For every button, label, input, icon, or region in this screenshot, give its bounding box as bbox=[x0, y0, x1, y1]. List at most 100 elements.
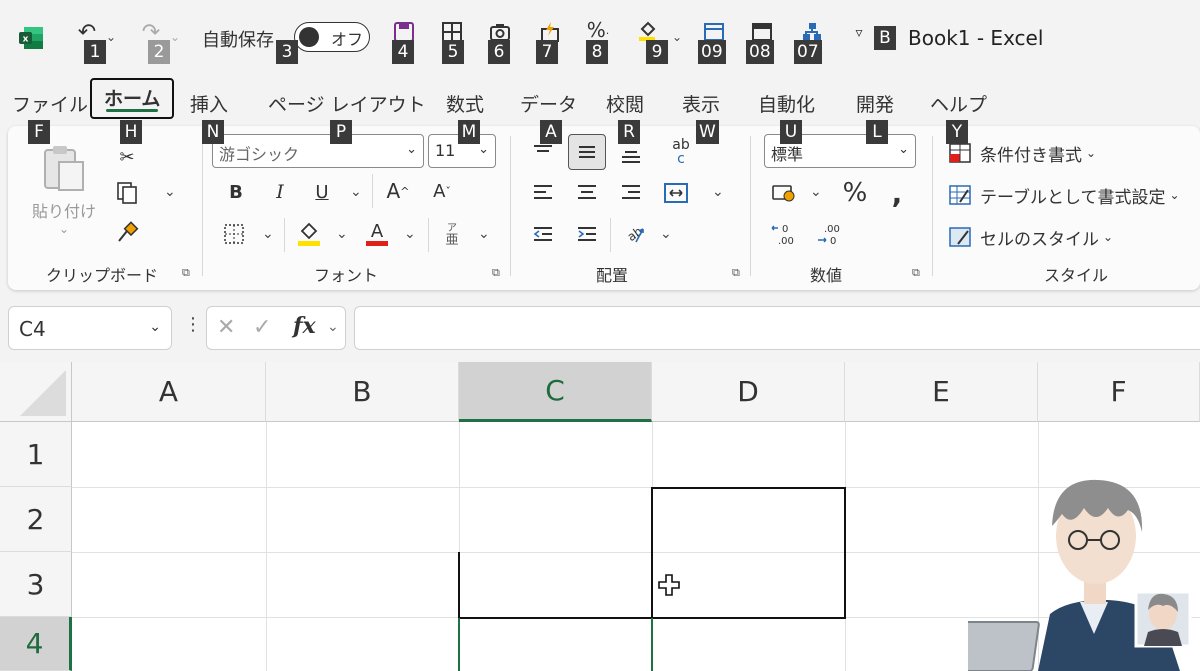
name-box[interactable]: C4 ⌄ bbox=[8, 306, 172, 350]
tab-review[interactable]: 校閲 bbox=[606, 90, 644, 117]
underline-button[interactable]: U bbox=[308, 178, 336, 206]
tab-insert[interactable]: 挿入 bbox=[190, 90, 228, 117]
column-header-b[interactable]: B bbox=[266, 362, 459, 422]
align-middle-icon[interactable] bbox=[568, 134, 606, 170]
cancel-icon[interactable]: ✕ bbox=[217, 315, 235, 340]
font-color-dropdown-icon[interactable]: ⌄ bbox=[404, 226, 416, 242]
borders-dropdown-icon[interactable]: ⌄ bbox=[262, 226, 274, 242]
tab-data[interactable]: データ bbox=[520, 90, 577, 117]
borders-button-icon[interactable] bbox=[220, 220, 248, 248]
row-header-3[interactable]: 3 bbox=[0, 552, 72, 617]
fill-color-button-dropdown-icon[interactable]: ⌄ bbox=[336, 226, 348, 242]
tab-automate-label: 自動化 bbox=[758, 94, 816, 116]
svg-text:0: 0 bbox=[782, 224, 788, 235]
increase-font-icon[interactable]: A ^ bbox=[382, 176, 414, 206]
paste-button[interactable]: 貼り付け ⌄ bbox=[28, 140, 100, 240]
keytip-3: 3 bbox=[276, 40, 298, 64]
percent-format-icon[interactable]: % bbox=[838, 176, 872, 210]
comma-format-icon[interactable]: , bbox=[884, 176, 910, 210]
font-size-dropdown-icon: ⌄ bbox=[478, 142, 489, 157]
formula-controls: ✕ ✓ fx ⌄ bbox=[206, 306, 346, 350]
row-header-1[interactable]: 1 bbox=[0, 422, 72, 487]
format-as-table-button[interactable]: テーブルとして書式設定 ⌄ bbox=[948, 178, 1180, 212]
increase-decimal-icon[interactable]: 0.00 bbox=[768, 220, 800, 250]
undo-dropdown-icon[interactable]: ⌄ bbox=[106, 30, 116, 44]
column-header-f[interactable]: F bbox=[1038, 362, 1200, 422]
keytip-6: 6 bbox=[488, 40, 510, 64]
tab-automate[interactable]: 自動化 bbox=[758, 90, 815, 117]
formula-bar: C4 ⌄ ⋮ ✕ ✓ fx ⌄ bbox=[0, 300, 1200, 356]
font-color-icon[interactable]: A bbox=[362, 218, 392, 248]
column-header-a[interactable]: A bbox=[72, 362, 266, 422]
tab-developer[interactable]: 開発 bbox=[856, 90, 894, 117]
tab-file[interactable]: ファイル bbox=[12, 90, 88, 117]
cut-icon[interactable]: ✂ bbox=[114, 144, 140, 170]
column-header-e[interactable]: E bbox=[845, 362, 1038, 422]
italic-button[interactable]: I bbox=[266, 178, 294, 206]
cell-styles-icon bbox=[949, 227, 971, 247]
row-header-2[interactable]: 2 bbox=[0, 487, 72, 552]
decrease-font-icon[interactable]: Aˇ bbox=[426, 176, 458, 206]
format-as-table-icon bbox=[949, 185, 971, 205]
bordered-range-d2-d3[interactable] bbox=[651, 487, 846, 619]
underline-dropdown-icon[interactable]: ⌄ bbox=[350, 184, 362, 200]
font-name-box[interactable]: 游ゴシック ⌄ bbox=[212, 134, 424, 168]
customize-toolbar-icon[interactable]: ▿ bbox=[850, 22, 868, 44]
decrease-indent-icon[interactable] bbox=[528, 220, 558, 250]
phonetic-dropdown-icon[interactable]: ⌄ bbox=[478, 226, 490, 242]
redo-dropdown-icon[interactable]: ⌄ bbox=[170, 30, 180, 44]
alignment-launcher-icon[interactable]: ⧉ bbox=[732, 266, 740, 280]
keytip-8: 8 bbox=[586, 40, 608, 64]
currency-format-icon[interactable] bbox=[768, 178, 800, 208]
tab-view[interactable]: 表示 bbox=[682, 90, 720, 117]
formula-input[interactable] bbox=[354, 306, 1200, 350]
merge-dropdown-icon[interactable]: ⌄ bbox=[712, 184, 724, 200]
bold-button[interactable]: B bbox=[222, 178, 250, 206]
conditional-format-button[interactable]: 条件付き書式 ⌄ bbox=[948, 136, 1096, 170]
column-header-c[interactable]: C bbox=[459, 362, 652, 422]
tab-home[interactable]: ホーム bbox=[90, 78, 175, 119]
tab-formulas-label: 数式 bbox=[446, 94, 485, 116]
bordered-cell-c3[interactable] bbox=[458, 552, 653, 619]
orientation-dropdown-icon[interactable]: ⌄ bbox=[660, 226, 672, 242]
merge-center-icon[interactable] bbox=[660, 178, 692, 208]
formula-bar-more-icon[interactable]: ⋮ bbox=[184, 314, 202, 335]
format-painter-icon[interactable] bbox=[112, 218, 142, 248]
align-center-icon[interactable] bbox=[572, 178, 602, 208]
clipboard-launcher-icon[interactable]: ⧉ bbox=[182, 266, 190, 280]
select-all-button[interactable] bbox=[0, 362, 72, 422]
orientation-icon[interactable]: ab bbox=[618, 220, 650, 250]
currency-dropdown-icon[interactable]: ⌄ bbox=[810, 184, 822, 200]
keytip-m: M bbox=[458, 120, 480, 144]
align-left-icon[interactable] bbox=[528, 178, 558, 208]
align-right-icon[interactable] bbox=[616, 178, 646, 208]
enter-icon[interactable]: ✓ bbox=[253, 315, 271, 340]
fill-color-button-icon[interactable] bbox=[294, 218, 324, 248]
copy-icon[interactable] bbox=[112, 178, 142, 208]
insert-function-dropdown-icon[interactable]: ⌄ bbox=[327, 319, 339, 335]
row-header-4[interactable]: 4 bbox=[0, 617, 72, 671]
autosave-toggle[interactable]: オフ bbox=[294, 22, 370, 52]
column-header-d[interactable]: D bbox=[652, 362, 845, 422]
insert-function-button[interactable]: fx bbox=[293, 313, 316, 339]
worksheet-grid: A B C D E F 1 2 3 4 bbox=[0, 362, 1200, 671]
tab-developer-label: 開発 bbox=[856, 94, 895, 116]
alignment-group-label: 配置 bbox=[596, 266, 629, 285]
decrease-decimal-icon[interactable]: .00 0 bbox=[814, 220, 846, 250]
phonetic-guide-icon[interactable]: ア 亜 bbox=[438, 218, 466, 252]
increase-indent-icon[interactable] bbox=[572, 220, 602, 250]
keytip-9: 9 bbox=[646, 40, 668, 64]
paste-dropdown-icon: ⌄ bbox=[58, 222, 70, 236]
cell-styles-button[interactable]: セルのスタイル ⌄ bbox=[948, 220, 1113, 254]
tab-formulas[interactable]: 数式 bbox=[446, 90, 484, 117]
tab-help[interactable]: ヘルプ bbox=[930, 90, 987, 117]
number-launcher-icon[interactable]: ⧉ bbox=[912, 266, 920, 280]
copy-dropdown-icon[interactable]: ⌄ bbox=[164, 184, 176, 200]
tab-home-label: ホーム bbox=[104, 88, 161, 110]
active-cell-c4[interactable] bbox=[458, 618, 653, 671]
separator bbox=[932, 136, 933, 276]
font-launcher-icon[interactable]: ⧉ bbox=[492, 266, 500, 280]
wrap-text-icon[interactable]: ab c bbox=[664, 134, 698, 170]
fill-color-dropdown-icon[interactable]: ⌄ bbox=[672, 30, 682, 44]
tab-page-layout[interactable]: ページ レイアウト bbox=[268, 90, 426, 117]
